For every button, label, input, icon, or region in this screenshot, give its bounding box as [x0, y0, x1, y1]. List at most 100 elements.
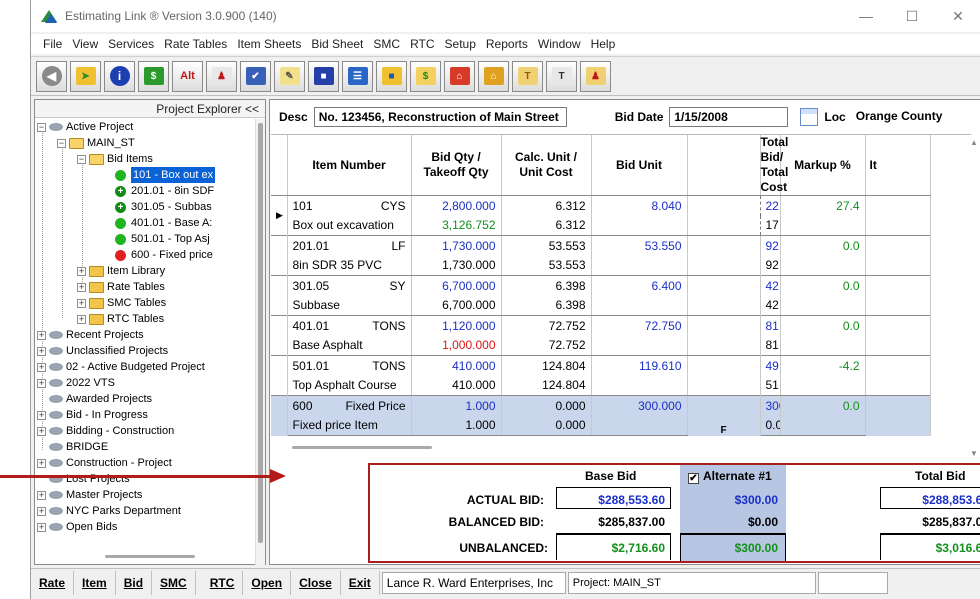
tree-smc-tables[interactable]: + SMC Tables [77, 295, 166, 311]
bid-qty-cell[interactable]: 1,120.000 [411, 315, 502, 336]
list-button[interactable]: ☰ [342, 60, 373, 92]
total-bid-cell[interactable]: 300.00 [760, 395, 781, 416]
grid-horizontal-scrollbar[interactable] [292, 446, 432, 449]
total-cost-cell[interactable]: 51,169.45 [760, 375, 781, 396]
total-bid-cell[interactable]: 22,512.00 [760, 195, 781, 216]
dollar-arrows-button[interactable]: $ [138, 60, 169, 92]
takeoff-qty-cell[interactable]: 6,700.000 [411, 295, 502, 316]
menu-services[interactable]: Services [103, 37, 159, 51]
takeoff-qty-cell[interactable]: 1,000.000 [411, 335, 502, 356]
col-it[interactable]: It [865, 135, 931, 196]
total-bid-cell[interactable]: 42,880.00 [760, 275, 781, 296]
tree-bid-item-101[interactable]: 101 - Box out ex [115, 167, 216, 183]
loc-field[interactable]: Orange County [851, 107, 970, 127]
expand-icon[interactable]: + [37, 378, 46, 388]
expand-icon[interactable]: + [37, 426, 46, 436]
total-cost-cell[interactable]: 17,674.35 [760, 215, 781, 236]
tree-unclassified[interactable]: + Unclassified Projects [37, 343, 168, 359]
close-project-button[interactable]: Close [291, 570, 341, 595]
takeoff-qty-cell[interactable]: 410.000 [411, 375, 502, 396]
expand-icon[interactable]: + [37, 522, 46, 532]
row-selector[interactable] [271, 235, 288, 276]
info-button[interactable]: i [104, 60, 135, 92]
grid-vertical-scrollbar[interactable]: ▲ ▼ [968, 134, 978, 462]
explorer-horizontal-scrollbar[interactable] [105, 555, 195, 558]
tree-nyc-parks[interactable]: + NYC Parks Department [37, 503, 181, 519]
unit-cost-cell[interactable]: 124.804 [501, 375, 592, 396]
markup-cell[interactable]: 0.0 [780, 315, 866, 336]
open-button[interactable]: ➤ [70, 60, 101, 92]
takeoff-qty-cell[interactable]: 1,730.000 [411, 255, 502, 276]
tree-bid-in-progress[interactable]: + Bid - In Progress [37, 407, 148, 423]
calc-unit-cell[interactable]: 0.000 [501, 395, 592, 416]
menu-setup[interactable]: Setup [440, 37, 481, 51]
tree-rtc-tables[interactable]: + RTC Tables [77, 311, 164, 327]
table-row[interactable]: 501.01TONS410.000124.804119.610 49,040.10… [271, 355, 964, 396]
unit-cost-cell[interactable]: 0.000 [501, 415, 592, 436]
row-selector[interactable] [271, 315, 288, 356]
menu-file[interactable]: File [38, 37, 67, 51]
smc-button[interactable]: SMC [152, 570, 196, 595]
total-cost-cell[interactable]: 92,646.66 [760, 255, 781, 276]
tree-bid-item-201[interactable]: +201.01 - 8in SDF [115, 183, 214, 199]
tree-recent-projects[interactable]: + Recent Projects [37, 327, 144, 343]
expand-icon[interactable]: + [37, 506, 46, 516]
menu-rtc[interactable]: RTC [405, 37, 439, 51]
table-row[interactable]: Base Asphalt1,000.00072.752 81,481.92 [271, 335, 964, 356]
folder-copy-button[interactable]: ■ [376, 60, 407, 92]
back-button[interactable]: ◀ [36, 60, 67, 92]
item-desc-cell[interactable]: 8in SDR 35 PVC [287, 255, 412, 276]
menu-bid-sheet[interactable]: Bid Sheet [306, 37, 368, 51]
col-calc-unit[interactable]: Calc. Unit / Unit Cost [501, 135, 592, 196]
item-number-cell[interactable]: 101 CYS [287, 195, 412, 216]
tree-bid-item-600[interactable]: 600 - Fixed price [115, 247, 213, 263]
rate-button[interactable]: Rate [31, 570, 75, 595]
bid-unit-cell[interactable]: 119.610 [591, 355, 688, 376]
row-selector[interactable] [271, 395, 288, 436]
total-cost-cell[interactable]: 81,481.92 [760, 335, 781, 356]
tree-bid-item-401[interactable]: 401.01 - Base A: [115, 215, 212, 231]
users-table-button[interactable]: ♟ [580, 60, 611, 92]
collapse-icon[interactable]: − [57, 138, 66, 148]
tree-lost-projects[interactable]: Lost Projects [49, 471, 130, 487]
explorer-vertical-scrollbar[interactable] [255, 119, 265, 565]
maximize-button[interactable]: ☐ [889, 0, 935, 32]
calc-unit-cell[interactable]: 6.312 [501, 195, 592, 216]
table-row[interactable]: 201.01LF1,730.00053.55353.550 92,641.500.… [271, 235, 964, 276]
item-desc-cell[interactable]: Fixed price Item [287, 415, 412, 436]
menu-reports[interactable]: Reports [481, 37, 533, 51]
table-row[interactable]: 401.01TONS1,120.00072.75272.750 81,480.00… [271, 315, 964, 356]
markup-cell[interactable]: 0.0 [780, 235, 866, 256]
alt-button[interactable]: Alt [172, 60, 203, 92]
expand-icon[interactable]: + [37, 410, 46, 420]
takeoff-qty-cell[interactable]: 3,126.752 [411, 215, 502, 236]
expand-icon[interactable]: + [37, 458, 46, 468]
scroll-up-icon[interactable]: ▲ [970, 138, 978, 147]
collapse-icon[interactable]: − [37, 122, 46, 132]
table-row[interactable]: Top Asphalt Course410.000124.804 51,169.4… [271, 375, 964, 396]
bid-unit-cell[interactable]: 53.550 [591, 235, 688, 256]
expand-icon[interactable]: + [77, 298, 86, 308]
table-row[interactable]: Fixed price Item1.0000.000 0.00 [271, 415, 964, 436]
tree-item-main-st[interactable]: − MAIN_ST [57, 135, 135, 151]
desc-field[interactable]: No. 123456, Reconstruction of Main Stree… [313, 107, 567, 127]
item-number-cell[interactable]: 301.05 SY [287, 275, 412, 296]
markup-cell[interactable]: 0.0 [780, 275, 866, 296]
menu-item-sheets[interactable]: Item Sheets [232, 37, 306, 51]
tree-construction-project[interactable]: + Construction - Project [37, 455, 172, 471]
total-cost-cell[interactable]: 0.00 [760, 415, 781, 436]
table-row[interactable]: ▶101CYS2,800.0006.3128.040 22,512.0027.4 [271, 195, 964, 236]
people-button[interactable]: ♟ [206, 60, 237, 92]
item-number-cell[interactable]: 501.01 TONS [287, 355, 412, 376]
close-button[interactable]: ✕ [935, 0, 980, 32]
calc-unit-cell[interactable]: 124.804 [501, 355, 592, 376]
tree-item-active-project[interactable]: − Active Project [37, 119, 133, 135]
expand-icon[interactable]: + [77, 266, 86, 276]
markup-cell[interactable]: -4.2 [780, 355, 866, 376]
unit-cost-cell[interactable]: 6.398 [501, 295, 592, 316]
calc-unit-cell[interactable]: 6.398 [501, 275, 592, 296]
markup-cell[interactable]: 0.0 [780, 395, 866, 416]
house-arrow-button[interactable]: ⌂ [478, 60, 509, 92]
table-row[interactable]: 301.05SY6,700.0006.3986.400 42,880.000.0 [271, 275, 964, 316]
exit-button[interactable]: Exit [341, 570, 380, 595]
